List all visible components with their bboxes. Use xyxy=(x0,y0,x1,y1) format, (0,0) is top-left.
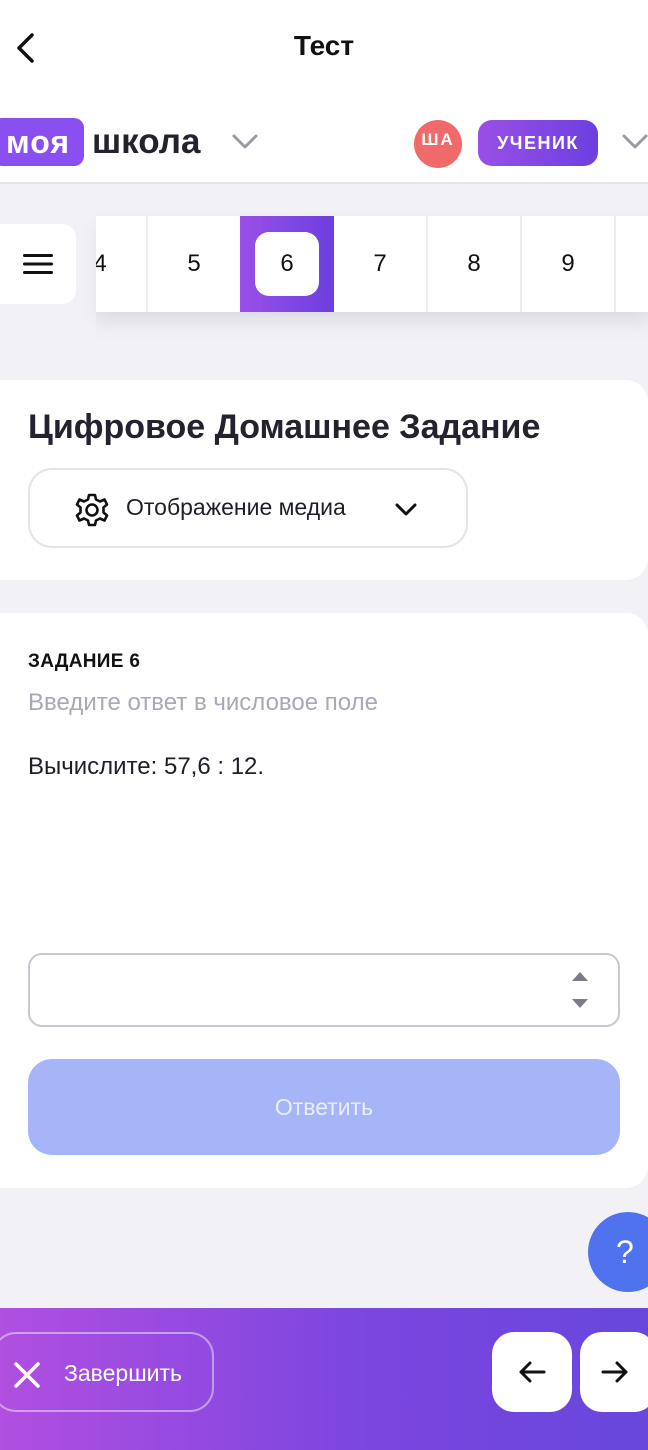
avatar[interactable]: ША xyxy=(414,120,462,168)
help-button[interactable]: ? xyxy=(588,1212,648,1292)
task-tab-5[interactable]: 5 xyxy=(148,216,242,312)
logo-shkola[interactable]: школа xyxy=(92,118,200,166)
task-hint: Введите ответ в числовое поле xyxy=(28,689,378,716)
chevron-down-icon xyxy=(395,503,417,516)
homework-card: Цифровое Домашнее Задание Отображение ме… xyxy=(0,380,648,580)
task-tab-9[interactable]: 9 xyxy=(522,216,616,312)
next-task-button[interactable] xyxy=(580,1332,648,1412)
task-question: Вычислите: 57,6 : 12. xyxy=(28,753,265,780)
chevron-down-icon[interactable] xyxy=(230,132,260,152)
number-stepper-icon[interactable] xyxy=(568,969,592,1013)
previous-task-button[interactable] xyxy=(492,1332,572,1412)
submit-answer-button[interactable]: Ответить xyxy=(28,1059,620,1155)
task-tab-8[interactable]: 8 xyxy=(428,216,522,312)
chevron-down-icon[interactable] xyxy=(620,132,648,152)
media-display-label: Отображение медиа xyxy=(126,494,346,520)
homework-title: Цифровое Домашнее Задание xyxy=(28,408,541,446)
hamburger-menu-icon xyxy=(23,254,53,274)
tasks-strip-shadow xyxy=(96,312,648,342)
finish-button[interactable]: Завершить xyxy=(0,1332,214,1412)
answer-input[interactable] xyxy=(44,969,544,1011)
answer-number-field[interactable] xyxy=(28,953,620,1027)
logo-moya[interactable]: моя xyxy=(0,118,85,166)
task-label: ЗАДАНИЕ 6 xyxy=(28,651,141,672)
task-tab-4[interactable]: 4 xyxy=(96,216,148,312)
finish-label: Завершить xyxy=(64,1360,183,1386)
test-screen: Тест моя школа ША УЧЕНИК 4 5 6 7 8 9 Циф… xyxy=(0,0,648,1450)
task-card: ЗАДАНИЕ 6 Введите ответ в числовое поле … xyxy=(0,613,648,1188)
arrow-right-icon xyxy=(601,1361,628,1383)
close-icon xyxy=(14,1362,40,1388)
bottom-action-bar: Завершить xyxy=(0,1308,648,1450)
page-title: Тест xyxy=(293,30,355,61)
tasks-menu-button[interactable] xyxy=(0,224,76,304)
gear-icon xyxy=(75,493,109,527)
active-task-number: 6 xyxy=(255,232,319,296)
brand-header: моя школа ША УЧЕНИК xyxy=(0,96,648,184)
task-navigator: 4 5 6 7 8 9 xyxy=(96,216,648,312)
top-nav-bar: Тест xyxy=(0,0,648,96)
task-tab-next[interactable] xyxy=(616,216,648,312)
task-tab-6-active[interactable]: 6 xyxy=(240,216,334,312)
arrow-left-icon xyxy=(519,1361,546,1383)
media-display-dropdown[interactable]: Отображение медиа xyxy=(28,468,468,548)
role-badge[interactable]: УЧЕНИК xyxy=(478,120,598,166)
task-tab-7[interactable]: 7 xyxy=(334,216,428,312)
